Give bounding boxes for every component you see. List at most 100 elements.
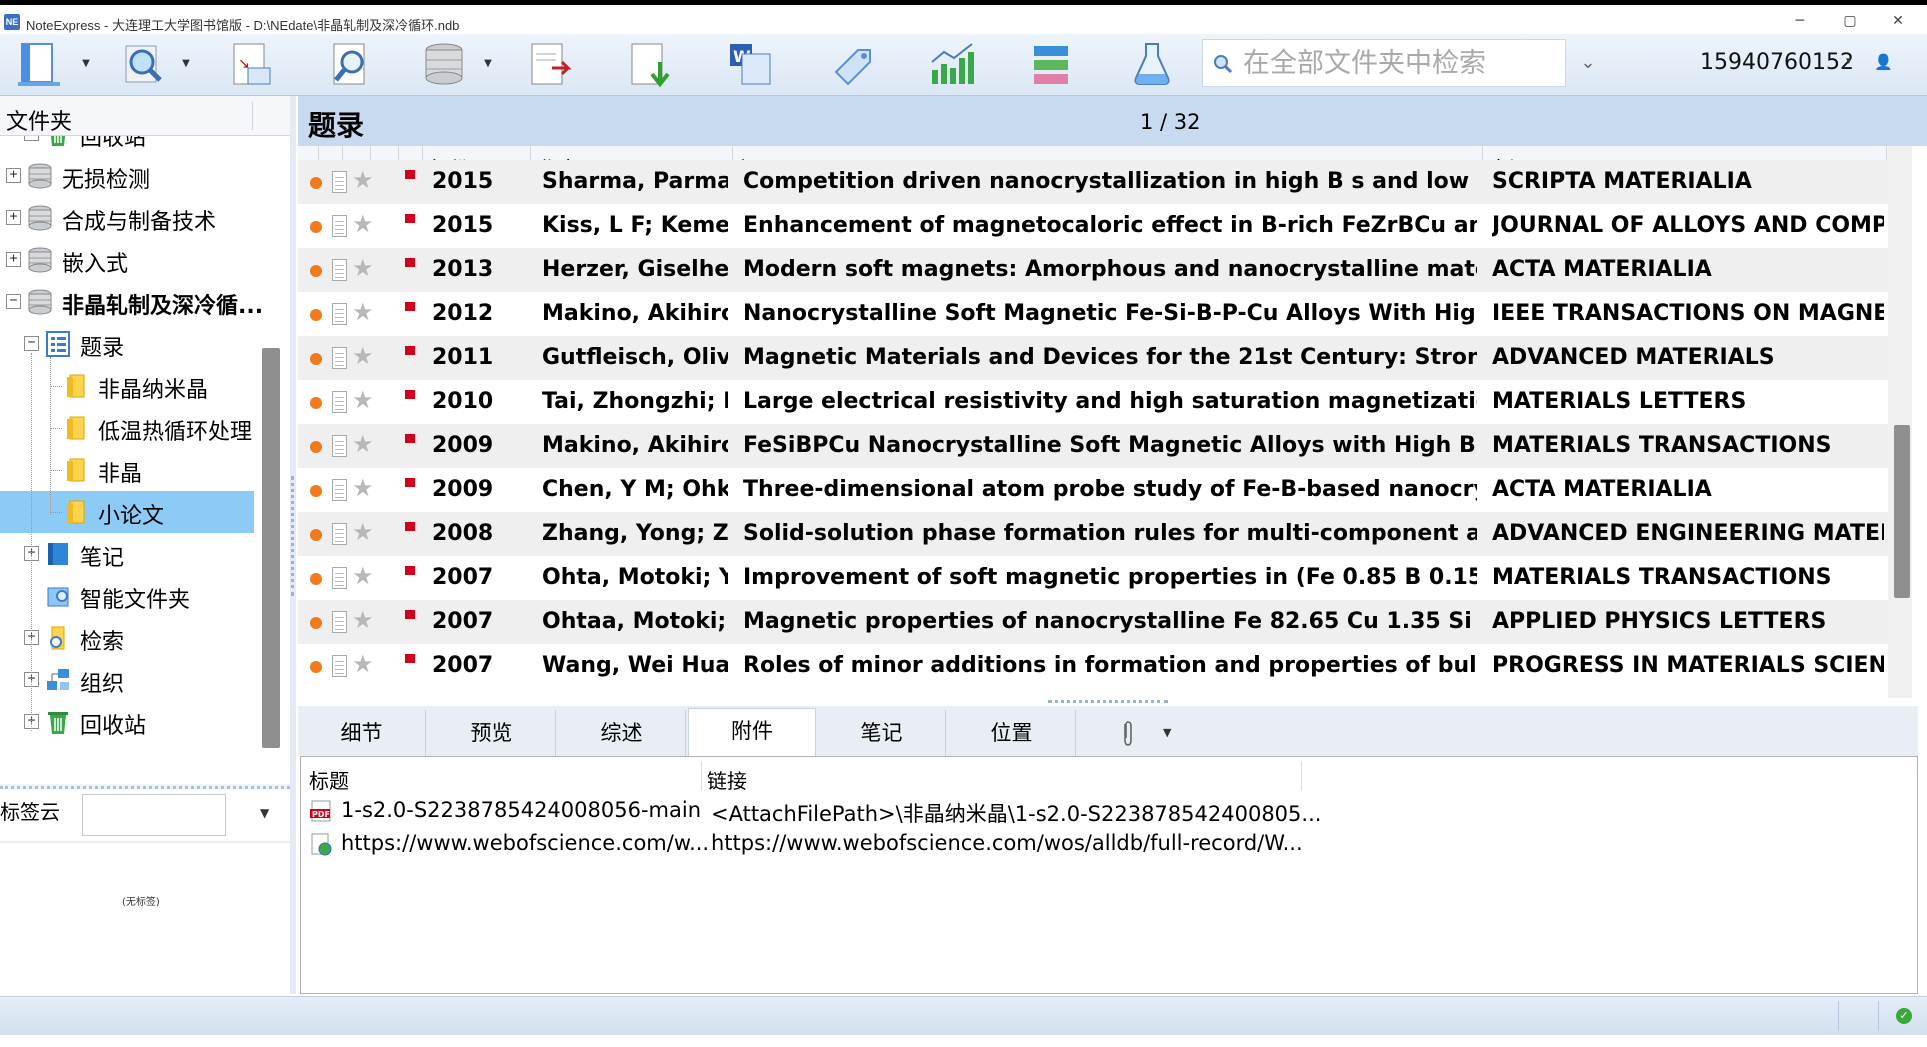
flask-icon[interactable] [1124,38,1180,92]
paperclip-icon[interactable] [1120,720,1136,754]
records-header: 题录 1 / 32 [298,96,1927,146]
search-folder-icon [44,624,72,652]
close-button[interactable]: ✕ [1878,13,1918,33]
attachment-title: 1-s2.0-S2238785424008056-main [341,798,702,822]
maximize-button[interactable]: ▢ [1830,13,1870,33]
table-row[interactable]: ★ 2007 Wang, Wei Hua Roles of minor additio… [298,644,1888,688]
table-row[interactable]: ★ 2012 Makino, Akihiro Nanocrystalline Soft… [298,292,1888,336]
detail-tab[interactable]: 预览 [428,710,556,756]
table-row[interactable]: ★ 2008 Zhang, Yong; Zh.. Solid-solution pha… [298,512,1888,556]
table-row[interactable]: ★ 2013 Herzer, Giselher Modern soft magnets… [298,248,1888,292]
cell-source: APPLIED PHYSICS LETTERS [1492,609,1827,634]
tree-item[interactable]: 小论文 [0,491,254,533]
detail-tab[interactable]: 附件 [688,708,816,756]
star-icon[interactable]: ★ [352,166,374,194]
folder-view-icon[interactable] [14,38,70,92]
expand-toggle[interactable]: + [24,136,39,141]
user-menu-caret[interactable]: ▾ [1846,54,1852,67]
tree-item[interactable]: + 笔记 [0,533,254,575]
folder-tree-scrollbar[interactable] [262,348,280,748]
search-zoom-icon[interactable] [116,38,172,92]
attachment-row[interactable]: PDF 1-s2.0-S2238785424008056-main <AttachF… [301,795,1321,827]
tree-item[interactable]: + 无损检测 [0,155,254,197]
tree-item[interactable]: 智能文件夹 [0,575,254,617]
pdf-import-icon[interactable]: ↘ [224,38,280,92]
minimize-button[interactable]: ─ [1780,13,1820,33]
chevron-down-icon[interactable]: ⌄ [1576,52,1600,76]
tree-item[interactable]: +回收站 [0,701,254,743]
tree-item[interactable]: + 嵌入式 [0,239,254,281]
tagcloud-dropdown-caret[interactable]: ▼ [260,806,269,820]
detail-tab[interactable]: 综述 [558,710,686,756]
splitter-grip[interactable] [291,476,295,596]
tree-item-label: 回收站 [80,714,147,739]
attachment-row[interactable]: https://www.webofscience.com/w... https:/… [301,828,1303,860]
expand-toggle[interactable]: − [6,294,21,309]
attachment-link[interactable]: https://www.webofscience.com/wos/alldb/f… [711,831,1303,855]
detail-tab[interactable]: 位置 [948,710,1076,756]
tree-item[interactable]: 低温热循环处理 [0,407,254,449]
table-row[interactable]: ★ 2009 Chen, Y M; Ohku. Three-dimensional a… [298,468,1888,512]
attachment-link[interactable]: <AttachFilePath>\非晶纳米晶\1-s2.0-S223878542… [711,798,1321,828]
table-row[interactable]: ★ 2007 Ohtaa, Motoki; Y. Magnetic propertie… [298,600,1888,644]
user-account[interactable]: 15940760152 [1700,50,1854,75]
star-icon[interactable]: ★ [352,254,374,282]
star-icon[interactable]: ★ [352,210,374,238]
grid-splitter-grip[interactable] [1048,700,1168,704]
detail-tab[interactable]: 笔记 [818,710,946,756]
star-icon[interactable]: ★ [352,518,374,546]
database-dropdown[interactable]: ▼ [482,58,494,70]
analysis-chart-icon[interactable] [924,38,980,92]
folder-view-dropdown[interactable]: ▼ [80,58,92,70]
unread-dot-icon [310,573,322,585]
star-icon[interactable]: ★ [352,298,374,326]
tree-item[interactable]: 非晶纳米晶 [0,365,254,407]
tree-item-label: 题录 [80,336,125,361]
tree-item[interactable]: − 非晶轧制及深冷循... [0,281,263,323]
user-icon[interactable]: 👤 [1874,53,1893,71]
tree-item[interactable]: +回收站 [0,136,254,155]
tagcloud-splitter[interactable] [0,784,290,789]
detail-tab[interactable]: 细节 [298,710,426,756]
table-row[interactable]: ★ 2011 Gutfleisch, Olive.. Magnetic Materia… [298,336,1888,380]
expand-toggle[interactable]: + [6,252,21,267]
expand-toggle[interactable]: + [6,210,21,225]
tree-item[interactable]: + 检索 [0,617,254,659]
grid-scrollbar-thumb[interactable] [1894,425,1910,598]
grid-scrollbar-track[interactable] [1888,146,1912,698]
expand-toggle[interactable]: + [6,168,21,183]
tag-icon[interactable] [824,38,880,92]
star-icon[interactable]: ★ [352,386,374,414]
star-icon[interactable]: ★ [352,650,374,678]
star-icon[interactable]: ★ [352,342,374,370]
table-row[interactable]: ★ 2007 Ohta, Motoki; Yo. Improvement of sof… [298,556,1888,600]
table-row[interactable]: ★ 2015 Sharma, Parman.. Competition driven … [298,160,1888,204]
search-box[interactable] [1202,39,1566,87]
cell-author: Makino, Akihiro [542,301,728,326]
download-doc-icon[interactable] [622,38,678,92]
search-dropdown-caret[interactable]: ▼ [180,58,192,70]
magnifier-doc-icon[interactable] [324,38,380,92]
tagcloud-filter-input[interactable] [82,794,226,836]
search-input[interactable] [1243,46,1553,80]
table-row[interactable]: ★ 2010 Tai, Zhongzhi; H.. Large electrical … [298,380,1888,424]
table-row[interactable]: ★ 2015 Kiss, L F; Kemeny. Enhancement of ma… [298,204,1888,248]
tree-item[interactable]: + 组织 [0,659,254,701]
database-icon[interactable] [416,38,472,92]
tree-item[interactable]: − 题录 [0,323,254,365]
tree-item[interactable]: + 合成与制备技术 [0,197,254,239]
star-icon[interactable]: ★ [352,606,374,634]
expand-toggle[interactable]: − [24,336,39,351]
star-icon[interactable]: ★ [352,430,374,458]
tab-more-dropdown[interactable]: ▼ [1163,726,1171,739]
layers-icon[interactable] [1024,38,1080,92]
table-row[interactable]: ★ 2009 Makino, Akihiro; .. FeSiBPCu Nanocry… [298,424,1888,468]
export-doc-icon[interactable] [522,38,578,92]
attachments-column-link[interactable]: 链接 [707,765,747,794]
tree-item[interactable]: 非晶 [0,449,254,491]
star-icon[interactable]: ★ [352,474,374,502]
word-plugin-icon[interactable]: W [722,38,778,92]
document-icon [332,303,347,325]
star-icon[interactable]: ★ [352,562,374,590]
attachments-column-title[interactable]: 标题 [309,765,349,794]
